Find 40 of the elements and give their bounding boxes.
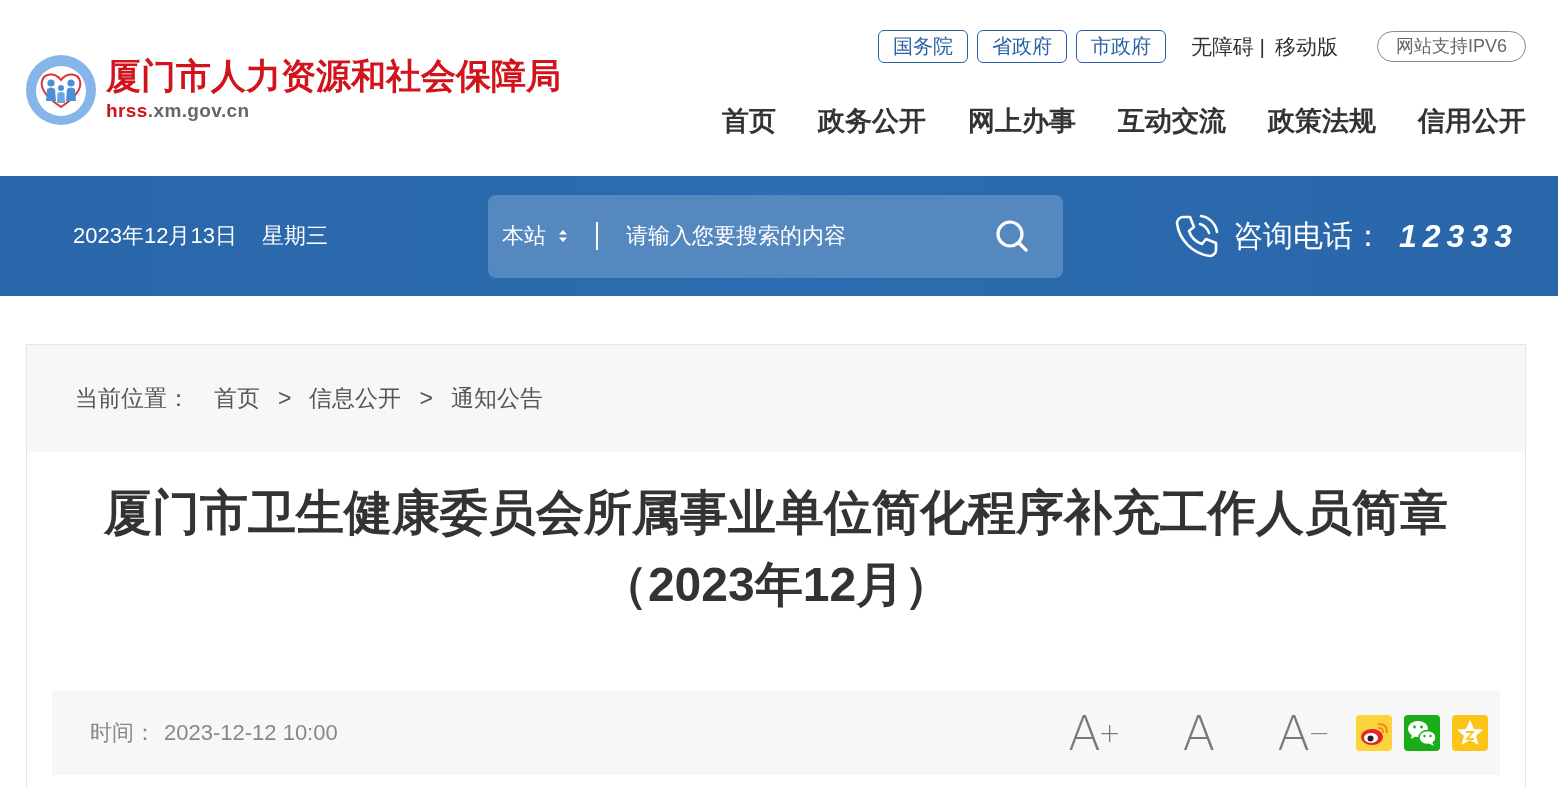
- header-link[interactable]: 移动版: [1274, 32, 1338, 61]
- article-title: 厦门市卫生健康委员会所属事业单位简化程序补充工作人员简章（2023年12月）: [102, 485, 1449, 613]
- search-icon: [995, 219, 1029, 253]
- link-separator: |: [1259, 34, 1265, 59]
- font-increase-button[interactable]: A+: [1067, 707, 1121, 759]
- sort-caret-icon: [558, 228, 568, 244]
- emblem-logo-icon: [26, 55, 96, 125]
- site-title: 厦门市人力资源和社会保障局: [106, 56, 561, 97]
- nav-link[interactable]: 互动交流: [1118, 104, 1226, 138]
- nav-link[interactable]: 首页: [722, 104, 776, 138]
- nav-link[interactable]: 信用公开: [1418, 104, 1526, 138]
- publish-time: 2023-12-12 10:00: [164, 720, 338, 746]
- breadcrumb-link[interactable]: 通知公告: [450, 383, 543, 414]
- font-decrease-button[interactable]: A−: [1277, 707, 1330, 759]
- search-button[interactable]: [995, 219, 1029, 253]
- current-date: 2023年12月13日: [73, 222, 237, 250]
- government-link[interactable]: 市政府: [1075, 30, 1166, 63]
- government-link[interactable]: 省政府: [976, 30, 1067, 63]
- breadcrumb-link[interactable]: 首页: [214, 383, 260, 414]
- breadcrumb-separator: >: [419, 385, 433, 412]
- breadcrumb-label: 当前位置：: [75, 384, 190, 413]
- phone-icon: [1173, 212, 1221, 260]
- wechat-share-icon[interactable]: [1404, 715, 1440, 751]
- hotline-number: 12333: [1399, 217, 1518, 255]
- star-share-icon[interactable]: [1452, 715, 1488, 751]
- time-label: 时间：: [90, 719, 156, 747]
- search-box[interactable]: 本站 请输入您要搜索的内容: [488, 194, 1063, 278]
- current-weekday: 星期三: [261, 222, 328, 250]
- nav-link[interactable]: 政策法规: [1268, 104, 1376, 138]
- font-reset-button[interactable]: A: [1182, 707, 1216, 759]
- breadcrumb-link[interactable]: 信息公开: [309, 383, 402, 414]
- government-link[interactable]: 国务院: [877, 30, 968, 63]
- hotline-label: 咨询电话：: [1233, 217, 1383, 254]
- weibo-share-icon[interactable]: [1356, 715, 1392, 751]
- search-scope-select[interactable]: 本站: [502, 221, 568, 251]
- nav-link[interactable]: 政务公开: [818, 104, 926, 138]
- header-link[interactable]: 无障碍: [1190, 32, 1254, 61]
- site-domain: hrss.xm.gov.cn: [106, 99, 251, 122]
- nav-link[interactable]: 网上办事: [968, 104, 1076, 138]
- breadcrumb-separator: >: [278, 385, 292, 412]
